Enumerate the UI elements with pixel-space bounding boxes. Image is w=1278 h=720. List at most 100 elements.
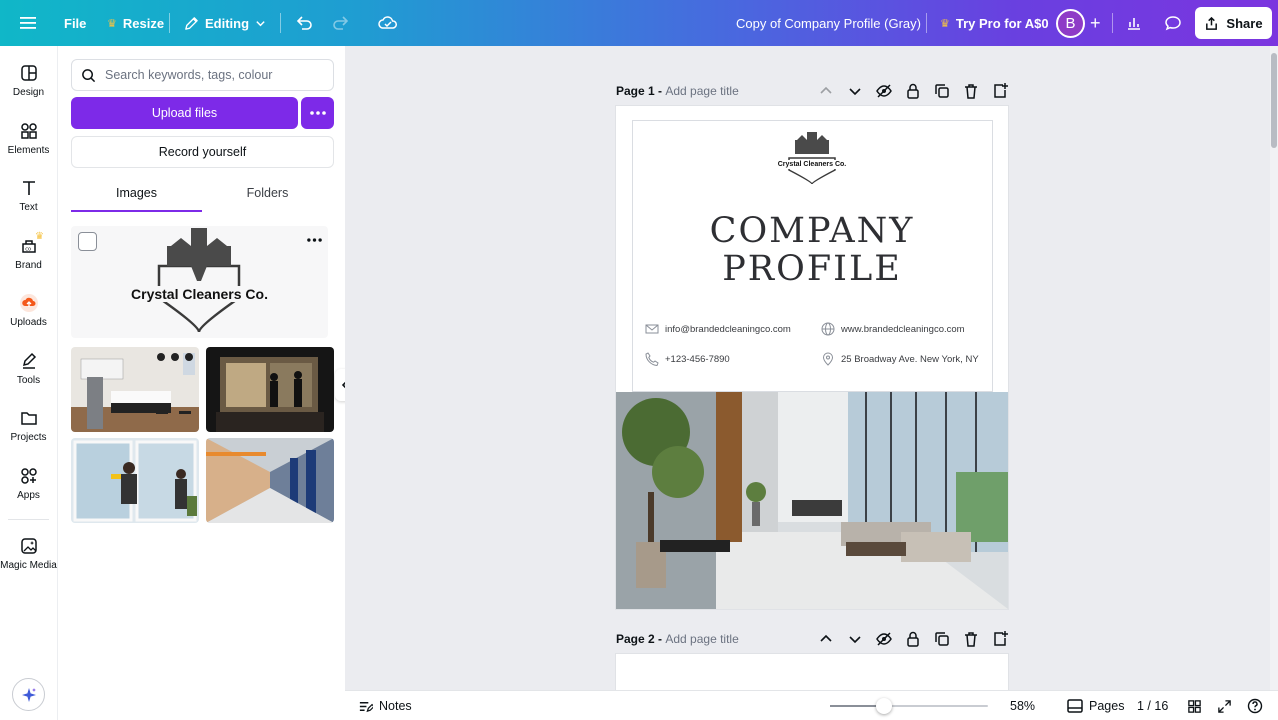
fullscreen-button[interactable] [1217, 691, 1232, 720]
undo-button[interactable] [295, 0, 313, 46]
pen-icon [22, 352, 36, 369]
contact-phone[interactable]: +123-456-7890 [645, 352, 730, 366]
pages-button[interactable]: Pages [1067, 691, 1124, 720]
zoom-slider[interactable] [830, 698, 988, 714]
uploads-panel: Search keywords, tags, colour Upload fil… [57, 46, 345, 720]
plus-icon: + [1090, 12, 1101, 33]
add-collaborator-button[interactable]: + [1090, 0, 1101, 46]
rail-item-text[interactable]: Text [0, 179, 57, 213]
top-bar: File ♛ Resize Editing Copy of Company Pr… [0, 0, 1278, 46]
search-input[interactable]: Search keywords, tags, colour [71, 59, 334, 91]
crown-icon: ♛ [940, 17, 950, 30]
contact-address[interactable]: 25 Broadway Ave. New York, NY [821, 352, 979, 366]
bottom-bar: Notes 58% Pages 1 / 16 [345, 690, 1278, 720]
chevron-up-icon[interactable] [817, 630, 835, 648]
lock-icon[interactable] [904, 630, 922, 648]
search-icon [82, 68, 96, 82]
trash-icon[interactable] [962, 630, 980, 648]
chevron-up-icon[interactable] [817, 82, 835, 100]
duplicate-icon[interactable] [933, 630, 951, 648]
rail-item-apps[interactable]: Apps [0, 467, 57, 501]
rail-item-tools[interactable]: Tools [0, 352, 57, 386]
svg-text:co: co [25, 247, 31, 253]
company-profile-title[interactable]: COMPANY PROFILE [616, 212, 1008, 288]
redo-button[interactable] [332, 0, 350, 46]
rail-item-elements[interactable]: Elements [0, 122, 57, 156]
canva-assistant-button[interactable] [12, 678, 45, 711]
rail-item-uploads[interactable]: Uploads [0, 294, 57, 328]
comment-icon [1165, 16, 1181, 31]
try-pro-button[interactable]: ♛ Try Pro for A$0 [940, 0, 1049, 46]
toolbar-divider [280, 13, 281, 33]
scrollbar-thumb[interactable] [1271, 53, 1277, 148]
page-counter: 1 / 16 [1137, 699, 1169, 713]
page-2[interactable] [616, 654, 1008, 690]
page-1-label[interactable]: Page 1 - Add page title [616, 84, 739, 98]
rail-item-brand[interactable]: co Brand ♛ [0, 231, 57, 271]
page-2-toolbar [817, 630, 1009, 648]
company-logo[interactable] [777, 130, 847, 185]
user-avatar[interactable]: B [1056, 9, 1085, 38]
add-page-icon[interactable] [991, 82, 1009, 100]
page-1[interactable]: Crystal Cleaners Co. COMPANY PROFILE inf… [616, 106, 1008, 609]
hide-page-icon[interactable] [875, 82, 893, 100]
upload-item-office-cleaning-photo[interactable] [206, 347, 334, 432]
toolbar-divider [169, 13, 170, 33]
record-yourself-button[interactable]: Record yourself [71, 136, 334, 168]
magic-media-icon [20, 538, 37, 554]
tab-folders[interactable]: Folders [202, 186, 333, 210]
grid-icon [1188, 699, 1201, 713]
chevron-down-icon[interactable] [846, 630, 864, 648]
document-title[interactable]: Copy of Company Profile (Gray) [736, 0, 921, 46]
share-button[interactable]: Share [1195, 7, 1272, 39]
cloud-check-icon [378, 16, 397, 29]
comments-button[interactable] [1164, 0, 1182, 46]
insights-button[interactable] [1126, 0, 1142, 46]
upload-item-logo[interactable]: Crystal Cleaners Co. [71, 226, 328, 338]
trash-icon[interactable] [962, 82, 980, 100]
grid-view-button[interactable] [1187, 691, 1202, 720]
phone-icon [645, 352, 659, 366]
tab-images[interactable]: Images [71, 186, 202, 210]
upload-item-corridor-photo[interactable] [206, 438, 334, 523]
bar-chart-icon [1128, 18, 1140, 30]
upload-cloud-icon [19, 294, 38, 312]
add-page-icon[interactable] [991, 630, 1009, 648]
active-tab-indicator [71, 210, 202, 212]
contact-email[interactable]: info@brandedcleaningco.com [645, 322, 791, 336]
sparkle-icon [21, 687, 36, 702]
lobby-photo[interactable] [616, 392, 1008, 609]
editing-mode-dropdown[interactable]: Editing [184, 0, 266, 46]
zoom-slider-knob[interactable] [876, 698, 893, 714]
rail-item-design[interactable]: Design [0, 64, 57, 98]
menu-button[interactable] [20, 0, 36, 46]
expand-icon [1218, 699, 1231, 713]
file-menu[interactable]: File [64, 0, 86, 46]
hide-page-icon[interactable] [875, 630, 893, 648]
undo-icon [296, 16, 312, 30]
contact-website[interactable]: www.brandedcleaningco.com [821, 322, 965, 336]
lock-icon[interactable] [904, 82, 922, 100]
chevron-down-icon[interactable] [846, 82, 864, 100]
upload-files-button[interactable]: Upload files [71, 97, 298, 129]
pages-icon [1067, 699, 1083, 713]
more-dots-icon [309, 111, 326, 115]
cloud-save-status[interactable] [378, 0, 398, 46]
help-button[interactable] [1247, 691, 1263, 720]
hamburger-icon [20, 17, 36, 29]
left-rail: Design Elements Text co Brand ♛ Uploads … [0, 46, 57, 720]
mail-icon [645, 324, 659, 334]
rail-item-magic-media[interactable]: Magic Media [0, 537, 57, 571]
zoom-level[interactable]: 58% [1010, 691, 1035, 720]
upload-item-kitchen-photo[interactable] [71, 347, 199, 432]
duplicate-icon[interactable] [933, 82, 951, 100]
resize-button[interactable]: ♛ Resize [107, 0, 164, 46]
upload-item-window-cleaning-photo[interactable] [71, 438, 199, 523]
apps-icon [20, 468, 37, 484]
rail-item-projects[interactable]: Projects [0, 409, 57, 443]
window-cleaning-image [71, 438, 199, 523]
upload-options-button[interactable] [301, 97, 334, 129]
page-2-label[interactable]: Page 2 - Add page title [616, 632, 739, 646]
notes-button[interactable]: Notes [358, 691, 412, 720]
canvas-scrollbar[interactable] [1270, 46, 1278, 690]
